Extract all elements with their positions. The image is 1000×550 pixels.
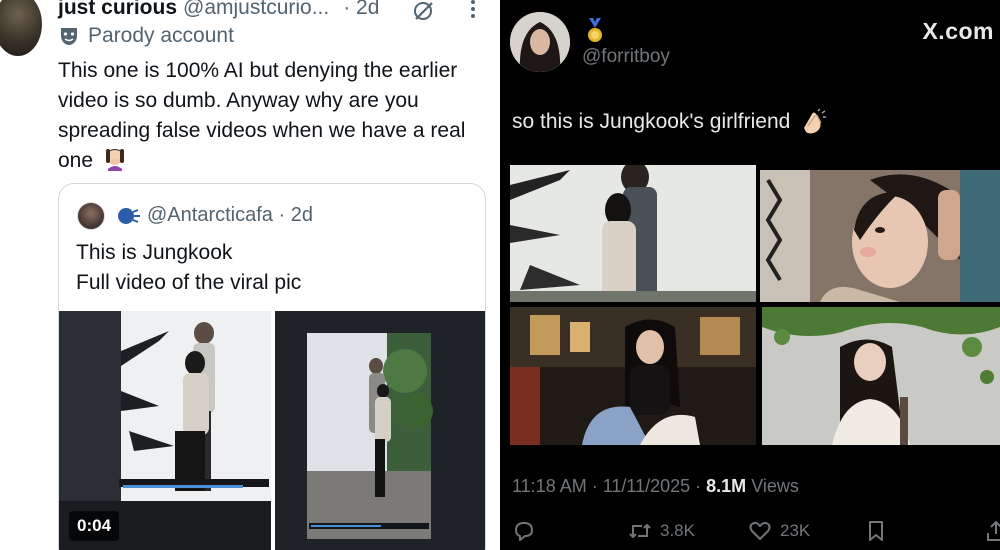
tweet-time[interactable]: · 2d bbox=[343, 0, 379, 20]
left-tweet-panel: just curious @amjustcurio... · 2d Parody… bbox=[0, 0, 500, 550]
quoted-handle-row[interactable]: @Antarcticafa · 2d bbox=[147, 204, 313, 227]
quoted-text: This is Jungkook Full video of the viral… bbox=[76, 238, 301, 298]
retweet-button[interactable]: 3.8K bbox=[628, 516, 695, 546]
bookmark-button[interactable] bbox=[864, 516, 896, 546]
right-tweet-panel: @forritboy X.com so this is Jungkook's g… bbox=[500, 0, 1000, 550]
photo-4[interactable] bbox=[762, 307, 1000, 445]
bookmark-icon bbox=[869, 521, 883, 541]
video-timestamp: 0:04 bbox=[69, 511, 120, 541]
speaking-head-icon bbox=[118, 208, 140, 224]
photo-1[interactable] bbox=[510, 165, 756, 302]
tweet-time[interactable]: 11:18 AM · 11/11/2025 · bbox=[512, 476, 701, 496]
tweet-text: so this is Jungkook's girlfriend bbox=[512, 110, 791, 133]
quoted-line-2: Full video of the viral pic bbox=[76, 271, 302, 294]
like-count: 23K bbox=[780, 521, 811, 540]
reply-button[interactable] bbox=[512, 516, 544, 546]
quoted-tweet-card[interactable]: @Antarcticafa · 2d This is Jungkook Full… bbox=[58, 183, 486, 550]
user-handle[interactable]: @amjustcurio... bbox=[183, 0, 329, 20]
x-com-watermark: X.com bbox=[922, 18, 994, 44]
avatar[interactable] bbox=[510, 12, 570, 72]
quoted-line-1: This is Jungkook bbox=[76, 241, 233, 264]
quoted-avatar[interactable] bbox=[77, 202, 105, 230]
grok-icon[interactable] bbox=[412, 0, 436, 22]
tweet-body: so this is Jungkook's girlfriend bbox=[512, 108, 828, 136]
tweet-body: This one is 100% AI but denying the earl… bbox=[58, 56, 490, 176]
action-bar: 3.8K 23K bbox=[512, 516, 1000, 546]
tweet-meta: 11:18 AM · 11/11/2025 · 8.1M Views bbox=[512, 476, 799, 497]
video-thumbnail-2[interactable] bbox=[275, 311, 485, 550]
more-options-icon[interactable] bbox=[464, 0, 482, 20]
user-handle[interactable]: @forritboy bbox=[582, 46, 670, 68]
face-with-hand-over-mouth-icon bbox=[105, 149, 124, 171]
reply-icon bbox=[515, 522, 533, 541]
tweet-header: just curious @amjustcurio... · 2d bbox=[58, 0, 379, 22]
video-thumbnail-1[interactable]: 0:04 bbox=[59, 311, 271, 550]
like-button[interactable]: 23K bbox=[748, 516, 810, 546]
share-icon bbox=[987, 520, 1000, 541]
avatar[interactable] bbox=[0, 0, 42, 56]
parody-badge: Parody account bbox=[58, 24, 234, 48]
quoted-time[interactable]: · 2d bbox=[278, 204, 312, 226]
theater-mask-icon bbox=[61, 28, 77, 45]
clapping-hands-icon bbox=[804, 108, 827, 134]
display-name[interactable]: just curious bbox=[58, 0, 177, 20]
quoted-handle[interactable]: @Antarcticafa bbox=[147, 204, 273, 226]
heart-icon bbox=[749, 521, 771, 540]
share-button[interactable] bbox=[984, 516, 1000, 546]
photo-3[interactable] bbox=[510, 307, 756, 445]
views-label: Views bbox=[751, 476, 799, 496]
photo-grid bbox=[510, 165, 1000, 445]
parody-label: Parody account bbox=[88, 24, 234, 47]
photo-2[interactable] bbox=[760, 170, 1000, 302]
retweet-icon bbox=[629, 523, 651, 539]
medal-icon bbox=[588, 18, 602, 42]
retweet-count: 3.8K bbox=[660, 521, 695, 540]
views-count: 8.1M bbox=[706, 476, 747, 496]
